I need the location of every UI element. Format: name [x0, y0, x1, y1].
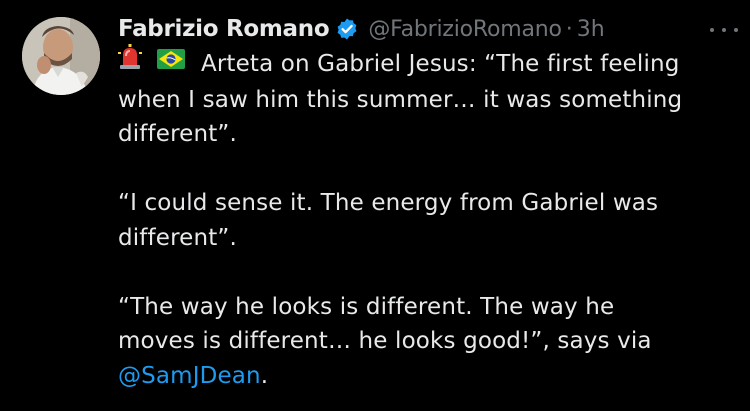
verified-badge-icon[interactable]: [335, 17, 359, 41]
tweet-final-period: .: [260, 362, 269, 389]
tweet-line-4: “I could sense it. The energy from Gabri…: [118, 190, 659, 216]
tweet-line-6: “The way he looks is different. The way …: [118, 293, 615, 320]
tweet-timestamp[interactable]: 3h: [577, 17, 605, 42]
tweet-line-8: @SamJDean.: [118, 359, 738, 394]
brazil-flag-emoji: [157, 45, 186, 80]
rotating-light-emoji: [118, 44, 142, 81]
tweet-line-2: when I saw him this summer… it was somet…: [118, 86, 683, 113]
tweet-line-1: Arteta on Gabriel Jesus: “The first feel…: [200, 50, 680, 77]
author-name[interactable]: Fabrizio Romano: [118, 16, 330, 42]
mention-link[interactable]: @SamJDean: [118, 363, 261, 389]
tweet[interactable]: Fabrizio Romano @FabrizioRomano · 3h Art…: [0, 0, 750, 411]
tweet-line-3: different”.: [118, 121, 237, 147]
tweet-line: Arteta on Gabriel Jesus: “The first feel…: [118, 44, 738, 83]
tweet-header: Fabrizio Romano @FabrizioRomano · 3h: [118, 12, 738, 46]
tweet-line-7: moves is different… he looks good!”, say…: [118, 328, 652, 354]
tweet-line-5: different”.: [118, 224, 237, 251]
author-handle[interactable]: @FabrizioRomano: [368, 17, 562, 42]
tweet-text: Arteta on Gabriel Jesus: “The first feel…: [118, 44, 738, 394]
header-separator: ·: [565, 16, 573, 42]
tweet-content: Fabrizio Romano @FabrizioRomano · 3h Art…: [118, 12, 738, 393]
avatar[interactable]: [22, 17, 100, 95]
more-options-icon[interactable]: [710, 20, 738, 40]
